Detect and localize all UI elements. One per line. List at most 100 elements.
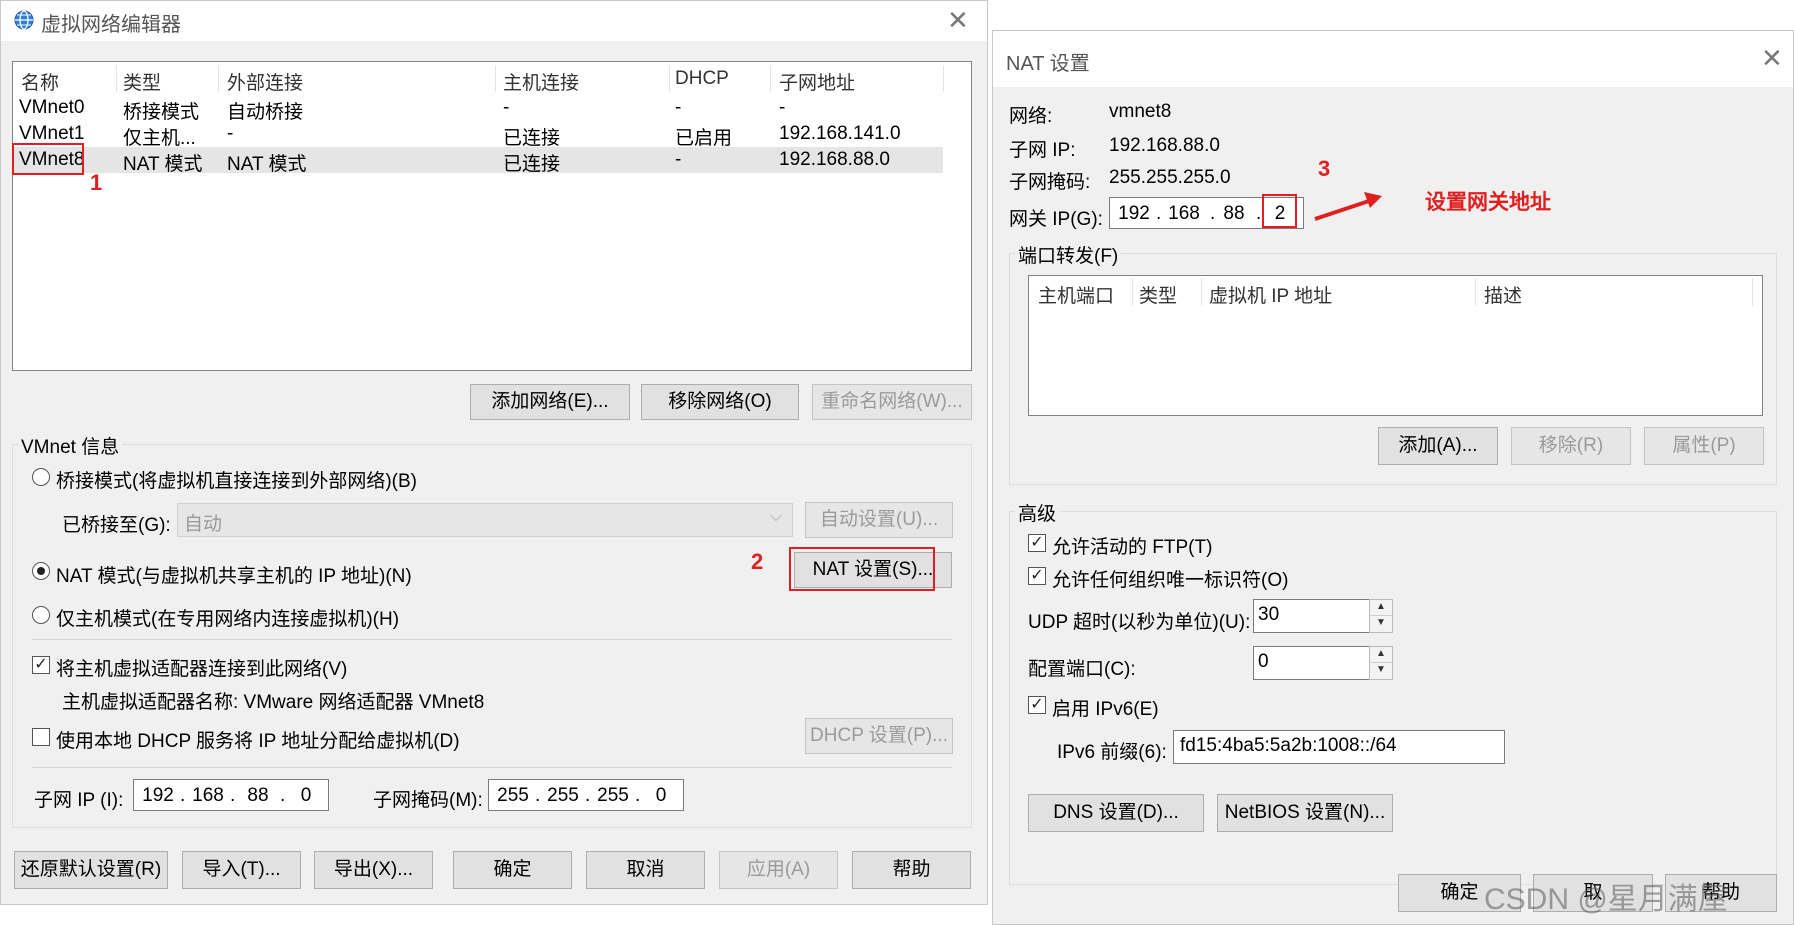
column-header-dhcp[interactable]: DHCP — [675, 68, 729, 90]
config-port-spinner[interactable]: ▲ ▼ — [1369, 646, 1393, 680]
remove-network-button[interactable]: 移除网络(O) — [641, 384, 799, 420]
arrow-up-icon[interactable]: ▲ — [1370, 647, 1392, 663]
netbios-settings-button[interactable]: NetBIOS 设置(N)... — [1217, 794, 1393, 832]
bridge-mode-radio[interactable] — [32, 468, 50, 486]
enable-ipv6-label[interactable]: 启用 IPv6(E) — [1052, 694, 1159, 721]
row-external: NAT 模式 — [227, 154, 307, 175]
network-list[interactable]: 名称 类型 外部连接 主机连接 DHCP 子网地址 VMnet0 桥接模式 自动… — [12, 61, 972, 371]
ok-button[interactable]: 确定 — [453, 851, 572, 889]
ipv6-prefix-value: fd15:4ba5:5a2b:1008::/64 — [1180, 735, 1397, 756]
column-header-subnet[interactable]: 子网地址 — [779, 68, 855, 95]
use-dhcp-checkbox[interactable] — [32, 728, 50, 746]
row-external: 自动桥接 — [227, 102, 304, 123]
dhcp-settings-button[interactable]: DHCP 设置(P)... — [805, 718, 953, 754]
arrow-down-icon[interactable]: ▼ — [1370, 663, 1392, 679]
import-button[interactable]: 导入(T)... — [182, 851, 301, 889]
dns-settings-button[interactable]: DNS 设置(D)... — [1028, 794, 1204, 832]
port-forwarding-list[interactable]: 主机端口 类型 虚拟机 IP 地址 描述 — [1028, 275, 1763, 416]
config-port-input[interactable]: 0 — [1253, 646, 1371, 680]
add-network-button[interactable]: 添加网络(E)... — [470, 384, 630, 420]
remove-port-button[interactable]: 移除(R) — [1511, 427, 1631, 465]
arrow-down-icon[interactable]: ▼ — [1370, 616, 1392, 632]
ip-octet: 88 — [247, 785, 269, 806]
config-port-value: 0 — [1258, 651, 1269, 672]
annotation-arrow-icon — [1314, 192, 1382, 221]
row-subnet: 192.168.88.0 — [779, 149, 890, 170]
subnet-mask-label: 子网掩码: — [1009, 172, 1091, 193]
allow-org-id-label[interactable]: 允许任何组织唯一标识符(O) — [1052, 565, 1288, 592]
virtual-network-editor-window: 虚拟网络编辑器 ✕ 名称 类型 外部连接 主机连接 DHCP 子网地址 VMne… — [0, 0, 988, 905]
close-icon[interactable]: ✕ — [1761, 45, 1783, 71]
udp-timeout-spinner[interactable]: ▲ ▼ — [1369, 599, 1393, 633]
ip-octet: 88 — [1223, 203, 1245, 224]
subnet-mask-label: 子网掩码(M): — [373, 790, 483, 811]
host-only-mode-label[interactable]: 仅主机模式(在专用网络内连接虚拟机)(H) — [56, 604, 399, 631]
watermark-text: CSDN @星月满屋 — [1484, 883, 1728, 916]
enable-ipv6-checkbox[interactable]: ✓ — [1028, 696, 1046, 714]
annotation-step-1: 1 — [90, 170, 103, 195]
subnet-ip-input[interactable]: 192 . 168 . 88 . 0 — [133, 779, 329, 811]
use-dhcp-label[interactable]: 使用本地 DHCP 服务将 IP 地址分配给虚拟机(D) — [56, 726, 460, 753]
bridge-mode-label[interactable]: 桥接模式(将虚拟机直接连接到外部网络)(B) — [56, 466, 417, 493]
add-port-button[interactable]: 添加(A)... — [1378, 427, 1498, 465]
auto-settings-button[interactable]: 自动设置(U)... — [805, 502, 953, 538]
nat-settings-window: NAT 设置 ✕ 网络: vmnet8 子网 IP: 192.168.88.0 … — [992, 30, 1794, 925]
ip-octet: 192 — [142, 785, 174, 806]
row-subnet: 192.168.141.0 — [779, 123, 901, 144]
host-only-mode-radio[interactable] — [32, 606, 50, 624]
bridged-to-select[interactable]: 自动 ⌵ — [177, 503, 793, 537]
column-header-vm-ip[interactable]: 虚拟机 IP 地址 — [1209, 281, 1332, 308]
nat-mode-radio[interactable] — [32, 562, 50, 580]
connect-adapter-label[interactable]: 将主机虚拟适配器连接到此网络(V) — [56, 654, 347, 681]
nat-mode-label[interactable]: NAT 模式(与虚拟机共享主机的 IP 地址)(N) — [56, 561, 412, 588]
row-host: 已连接 — [503, 128, 561, 149]
vmnet-info-legend: VMnet 信息 — [18, 432, 123, 459]
rename-network-button[interactable]: 重命名网络(W)... — [812, 384, 972, 420]
arrow-up-icon[interactable]: ▲ — [1370, 600, 1392, 616]
annotation-step-2: 2 — [751, 549, 764, 574]
column-header-name[interactable]: 名称 — [21, 68, 59, 95]
table-row[interactable]: VMnet0 桥接模式 自动桥接 - - - — [13, 95, 943, 123]
apply-button[interactable]: 应用(A) — [719, 851, 838, 889]
window-title: NAT 设置 — [1006, 53, 1090, 75]
ip-octet: 255 — [497, 785, 529, 806]
allow-ftp-label[interactable]: 允许活动的 FTP(T) — [1052, 532, 1212, 559]
help-button[interactable]: 帮助 — [852, 851, 971, 889]
close-icon[interactable]: ✕ — [947, 7, 969, 33]
subnet-mask-input[interactable]: 255 . 255 . 255 . 0 — [488, 779, 684, 811]
ip-octet: 168 — [192, 785, 224, 806]
column-header-type[interactable]: 类型 — [123, 68, 161, 95]
row-name: VMnet0 — [19, 97, 85, 118]
allow-ftp-checkbox[interactable]: ✓ — [1028, 534, 1046, 552]
column-header-host[interactable]: 主机连接 — [503, 68, 579, 95]
gateway-ip-label: 网关 IP(G): — [1009, 209, 1103, 230]
port-properties-button[interactable]: 属性(P) — [1644, 427, 1764, 465]
allow-org-id-checkbox[interactable]: ✓ — [1028, 567, 1046, 585]
udp-timeout-value: 30 — [1258, 604, 1280, 625]
connect-adapter-checkbox[interactable]: ✓ — [32, 656, 50, 674]
annotation-gateway-note: 设置网关地址 — [1425, 191, 1551, 214]
column-header-external[interactable]: 外部连接 — [227, 68, 303, 95]
port-forwarding-legend: 端口转发(F) — [1015, 241, 1122, 268]
config-port-label: 配置端口(C): — [1028, 659, 1136, 680]
column-header-description[interactable]: 描述 — [1484, 281, 1522, 308]
ipv6-prefix-input[interactable]: fd15:4ba5:5a2b:1008::/64 — [1173, 730, 1505, 764]
ip-octet: 255 — [597, 785, 629, 806]
table-row[interactable]: VMnet1 仅主机... - 已连接 已启用 192.168.141.0 — [13, 121, 943, 149]
ip-octet: 0 — [655, 785, 667, 806]
ip-octet: 0 — [300, 785, 312, 806]
export-button[interactable]: 导出(X)... — [314, 851, 433, 889]
row-external: - — [227, 123, 234, 144]
column-header-host-port[interactable]: 主机端口 — [1038, 281, 1114, 308]
row-dhcp: 已启用 — [675, 128, 733, 149]
cancel-button[interactable]: 取消 — [586, 851, 705, 889]
udp-timeout-input[interactable]: 30 — [1253, 599, 1371, 633]
row-type: 桥接模式 — [123, 102, 200, 123]
bridged-to-label: 已桥接至(G): — [62, 515, 171, 536]
row-type: NAT 模式 — [123, 154, 203, 175]
restore-defaults-button[interactable]: 还原默认设置(R) — [14, 851, 168, 889]
table-row-selected[interactable]: VMnet8 NAT 模式 NAT 模式 已连接 - 192.168.88.0 — [13, 147, 943, 175]
chevron-down-icon: ⌵ — [769, 508, 782, 525]
column-header-type[interactable]: 类型 — [1139, 281, 1177, 308]
subnet-ip-label: 子网 IP: — [1009, 140, 1076, 161]
